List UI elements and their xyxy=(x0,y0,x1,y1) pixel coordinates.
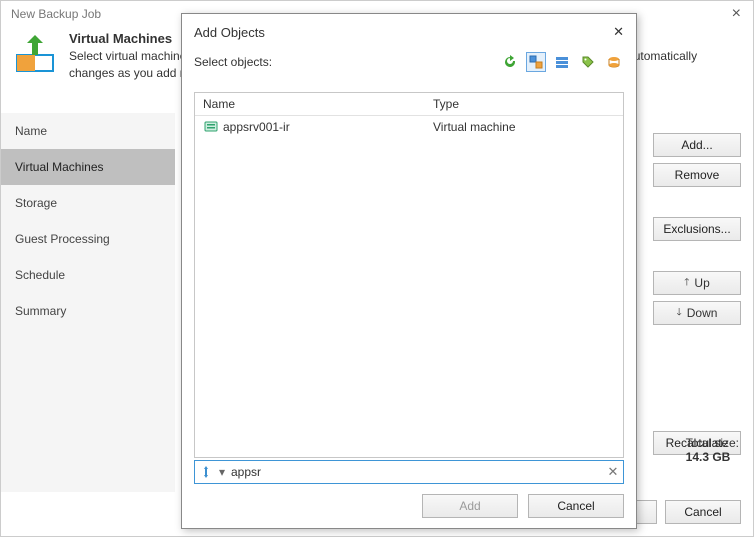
arrow-down-icon: 🡓 xyxy=(677,305,682,322)
window-title: New Backup Job xyxy=(11,7,101,21)
add-button[interactable]: Add... xyxy=(653,133,741,157)
row-name: appsrv001-ir xyxy=(223,120,433,134)
search-filter-icon[interactable] xyxy=(195,465,217,479)
total-size: Total size: 14.3 GB xyxy=(686,436,739,464)
sidebar-item-virtual-machines[interactable]: Virtual Machines xyxy=(1,149,175,185)
vm-wizard-icon xyxy=(13,31,57,75)
wizard-sidebar: Name Virtual Machines Storage Guest Proc… xyxy=(1,113,175,492)
dialog-title: Add Objects xyxy=(194,25,265,40)
column-name[interactable]: Name xyxy=(203,97,433,111)
cancel-button[interactable]: Cancel xyxy=(665,500,741,524)
tags-view-icon[interactable] xyxy=(578,52,598,72)
search-box[interactable]: ▾ ✕ xyxy=(194,460,624,484)
dialog-cancel-button[interactable]: Cancel xyxy=(528,494,624,518)
vm-icon xyxy=(203,119,219,135)
down-button[interactable]: 🡓 Down xyxy=(653,301,741,325)
select-objects-label: Select objects: xyxy=(194,55,494,69)
right-panel: Add... Remove Exclusions... 🡑Up 🡓Down Re… xyxy=(653,133,741,455)
total-label: Total size: xyxy=(686,436,739,450)
add-objects-dialog: Add Objects ✕ Select objects: Name Type … xyxy=(181,13,637,529)
remove-button[interactable]: Remove xyxy=(653,163,741,187)
vms-view-icon[interactable] xyxy=(552,52,572,72)
sidebar-item-summary[interactable]: Summary xyxy=(1,293,175,329)
clear-search-icon[interactable]: ✕ xyxy=(603,464,623,480)
hosts-view-icon[interactable] xyxy=(526,52,546,72)
sidebar-item-schedule[interactable]: Schedule xyxy=(1,257,175,293)
row-type: Virtual machine xyxy=(433,120,615,134)
dropdown-arrow-icon[interactable]: ▾ xyxy=(217,465,227,479)
dialog-close-icon[interactable]: ✕ xyxy=(613,24,624,40)
objects-list: Name Type appsrv001-ir Virtual machine xyxy=(194,92,624,458)
list-item[interactable]: appsrv001-ir Virtual machine xyxy=(195,116,623,138)
search-input[interactable] xyxy=(227,463,603,481)
datastore-view-icon[interactable] xyxy=(604,52,624,72)
column-type[interactable]: Type xyxy=(433,97,615,111)
sidebar-item-name[interactable]: Name xyxy=(1,113,175,149)
total-value: 14.3 GB xyxy=(686,450,739,464)
up-label: Up xyxy=(694,276,709,290)
dialog-add-button: Add xyxy=(422,494,518,518)
sidebar-item-guest-processing[interactable]: Guest Processing xyxy=(1,221,175,257)
window-close-icon[interactable]: × xyxy=(732,5,741,23)
up-button[interactable]: 🡑 Up xyxy=(653,271,741,295)
refresh-icon[interactable] xyxy=(500,52,520,72)
exclusions-button[interactable]: Exclusions... xyxy=(653,217,741,241)
arrow-up-icon: 🡑 xyxy=(684,275,689,292)
sidebar-item-storage[interactable]: Storage xyxy=(1,185,175,221)
down-label: Down xyxy=(687,306,718,320)
